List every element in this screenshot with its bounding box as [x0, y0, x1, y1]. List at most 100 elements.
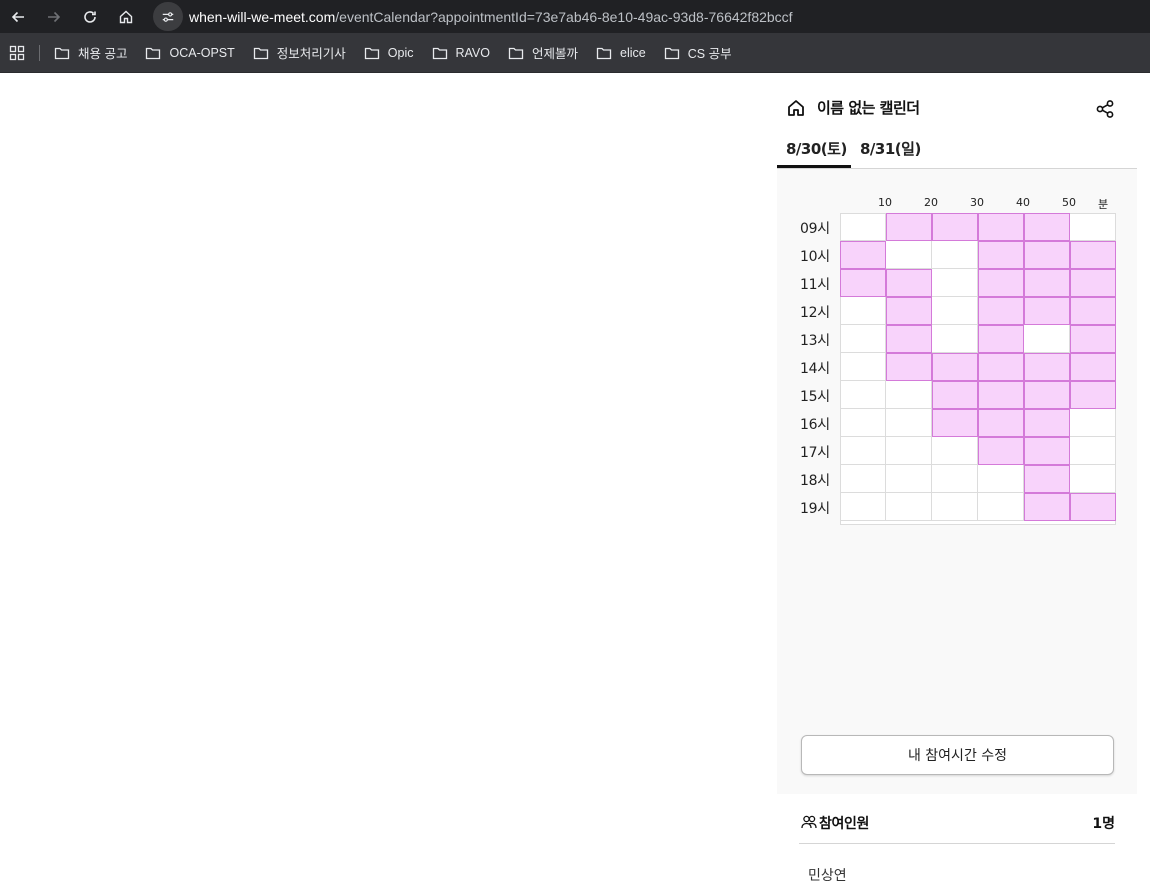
time-slot[interactable] [932, 269, 978, 297]
time-slot[interactable] [840, 353, 886, 381]
time-slot[interactable] [840, 437, 886, 465]
time-slot-available[interactable] [1024, 241, 1070, 269]
url-bar[interactable]: when-will-we-meet.com/eventCalendar?appo… [153, 2, 1150, 31]
time-slot-available[interactable] [1070, 297, 1116, 325]
reload-icon [84, 10, 96, 23]
bookmark-item[interactable]: RAVO [432, 46, 490, 60]
time-slot-available[interactable] [978, 381, 1024, 409]
time-slot-available[interactable] [886, 213, 932, 241]
time-slot[interactable] [886, 409, 932, 437]
hour-label: 19시 [800, 501, 830, 517]
home-icon[interactable] [786, 98, 806, 118]
time-slot-available[interactable] [932, 213, 978, 241]
edit-my-time-button[interactable]: 내 참여시간 수정 [801, 735, 1114, 775]
time-slot[interactable] [886, 241, 932, 269]
minute-label: 10 [878, 196, 892, 209]
time-slot-available[interactable] [978, 325, 1024, 353]
time-slot-available[interactable] [1024, 269, 1070, 297]
time-slot-available[interactable] [1024, 465, 1070, 493]
share-icon[interactable] [1095, 99, 1115, 119]
tab-date-2[interactable]: 8/31(일) [860, 138, 921, 159]
time-slot[interactable] [932, 437, 978, 465]
time-slot-available[interactable] [1024, 213, 1070, 241]
time-slot-available[interactable] [1024, 381, 1070, 409]
time-slot[interactable] [932, 465, 978, 493]
time-slot-available[interactable] [886, 297, 932, 325]
time-slot[interactable] [886, 493, 932, 521]
time-slot-available[interactable] [1070, 381, 1116, 409]
bookmark-item[interactable]: elice [596, 46, 646, 60]
time-slot[interactable] [1070, 437, 1116, 465]
time-slot-available[interactable] [1024, 493, 1070, 521]
time-slot[interactable] [932, 297, 978, 325]
time-slot-available[interactable] [932, 353, 978, 381]
time-slot[interactable] [840, 493, 886, 521]
url-text[interactable]: when-will-we-meet.com/eventCalendar?appo… [189, 9, 793, 25]
time-slot[interactable] [840, 325, 886, 353]
time-slot-available[interactable] [978, 353, 1024, 381]
time-slot-available[interactable] [978, 213, 1024, 241]
time-slot-available[interactable] [1070, 325, 1116, 353]
time-slot[interactable] [932, 325, 978, 353]
time-slot[interactable] [840, 465, 886, 493]
bookmark-item[interactable]: Opic [364, 46, 414, 60]
time-slot-available[interactable] [978, 241, 1024, 269]
time-slot[interactable] [1070, 465, 1116, 493]
time-slot-available[interactable] [978, 409, 1024, 437]
time-slot[interactable] [840, 297, 886, 325]
time-slot-available[interactable] [1070, 269, 1116, 297]
time-slot[interactable] [1070, 213, 1116, 241]
hour-label: 14시 [800, 361, 830, 377]
time-slot-available[interactable] [886, 325, 932, 353]
time-slot[interactable] [1070, 409, 1116, 437]
time-slot-available[interactable] [886, 353, 932, 381]
time-slot-available[interactable] [978, 297, 1024, 325]
time-slot-available[interactable] [1070, 353, 1116, 381]
time-slot-available[interactable] [1070, 241, 1116, 269]
time-slot[interactable] [978, 465, 1024, 493]
tab-date-1[interactable]: 8/30(토) [786, 138, 847, 159]
hour-label: 16시 [800, 417, 830, 433]
apps-grid-icon[interactable] [8, 44, 26, 62]
time-slot[interactable] [932, 241, 978, 269]
time-slot[interactable] [1024, 325, 1070, 353]
bookmark-item[interactable]: 정보처리기사 [253, 43, 346, 62]
time-slot-available[interactable] [932, 381, 978, 409]
time-slot-available[interactable] [978, 269, 1024, 297]
time-slot[interactable] [840, 381, 886, 409]
time-slot-available[interactable] [978, 437, 1024, 465]
availability-grid[interactable] [840, 213, 1116, 525]
reload-button[interactable] [72, 0, 108, 33]
time-slot-available[interactable] [1024, 409, 1070, 437]
time-slot[interactable] [886, 465, 932, 493]
hour-label: 13시 [800, 333, 830, 349]
time-slot-available[interactable] [840, 269, 886, 297]
time-slot-available[interactable] [932, 409, 978, 437]
bookmark-item[interactable]: OCA-OPST [145, 46, 235, 60]
bookmark-item[interactable]: 언제볼까 [508, 43, 578, 62]
forward-button[interactable] [36, 0, 72, 33]
bookmark-label: 채용 공고 [78, 47, 128, 61]
time-slot[interactable] [840, 213, 886, 241]
bookmark-item[interactable]: CS 공부 [664, 43, 732, 62]
calendar-title: 이름 없는 캘린더 [817, 99, 920, 117]
time-slot[interactable] [932, 493, 978, 521]
time-slot-available[interactable] [840, 241, 886, 269]
bookmark-item[interactable]: 채용 공고 [54, 43, 127, 62]
bookmarks-separator [39, 44, 40, 61]
home-button[interactable] [108, 0, 144, 33]
time-slot[interactable] [840, 409, 886, 437]
time-slot-available[interactable] [1024, 353, 1070, 381]
participant-name[interactable]: 민상연 [808, 865, 847, 885]
time-slot-available[interactable] [1070, 493, 1116, 521]
time-slot-available[interactable] [1024, 437, 1070, 465]
folder-icon [364, 47, 379, 59]
time-slot-available[interactable] [886, 269, 932, 297]
back-button[interactable] [0, 0, 36, 33]
time-slot[interactable] [886, 437, 932, 465]
time-slot[interactable] [886, 381, 932, 409]
time-slot-available[interactable] [1024, 297, 1070, 325]
site-settings-icon[interactable] [153, 2, 183, 31]
time-slot[interactable] [978, 493, 1024, 521]
hour-label: 11시 [800, 277, 830, 293]
